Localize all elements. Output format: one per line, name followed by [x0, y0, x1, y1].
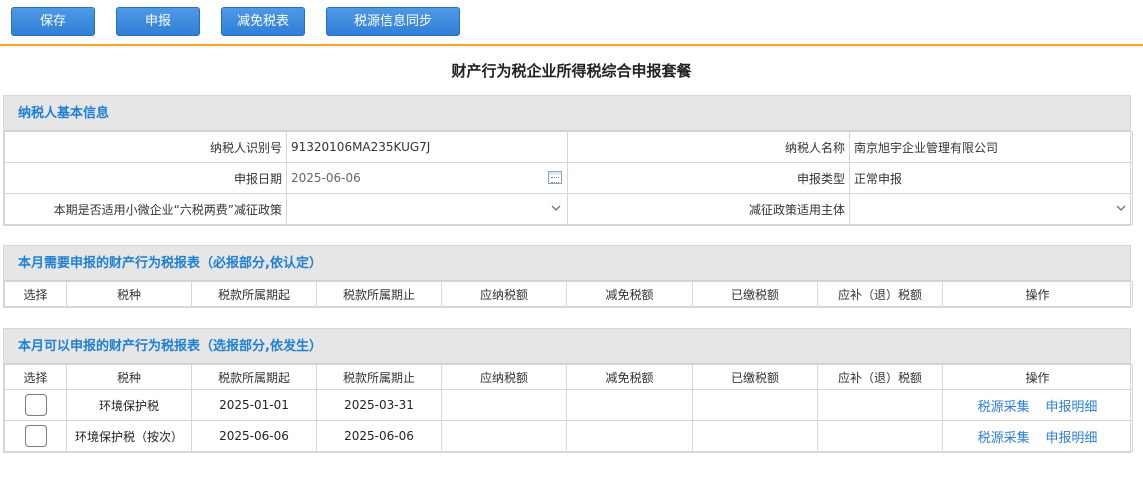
col-due: 应补（退）税额: [817, 281, 943, 307]
declare-type-label: 申报类型: [567, 162, 850, 194]
col-payable: 应纳税额: [441, 281, 567, 307]
chevron-down-icon: [551, 205, 561, 211]
paid-cell: [692, 389, 818, 421]
period-start-cell: 2025-06-06: [191, 420, 317, 452]
col-period-start: 税款所属期起: [191, 364, 317, 390]
paid-cell: [692, 420, 818, 452]
chevron-down-icon: [1116, 205, 1126, 211]
due-cell: [817, 389, 943, 421]
reduced-cell: [566, 420, 693, 452]
basic-info-table: 纳税人识别号 91320106MA235KUG7J 纳税人名称 南京旭宇企业管理…: [4, 131, 1133, 225]
basic-info-section: 纳税人基本信息 纳税人识别号 91320106MA235KUG7J 纳税人名称 …: [3, 95, 1133, 226]
col-reduced: 减免税额: [566, 364, 693, 390]
tax-source-collect-link[interactable]: 税源采集: [978, 431, 1030, 446]
optional-section: 本月可以申报的财产行为税报表（选报部分,依发生） 选择 税种 税款所属期起 税款…: [3, 328, 1133, 453]
basic-info-heading: 纳税人基本信息: [4, 96, 1130, 131]
declare-button[interactable]: 申报: [116, 7, 200, 36]
taxpayer-name-label: 纳税人名称: [567, 131, 850, 163]
taxpayer-name-value: 南京旭宇企业管理有限公司: [849, 131, 1133, 163]
tax-type-cell: 环境保护税（按次）: [66, 420, 192, 452]
col-select: 选择: [4, 364, 67, 390]
col-period-end: 税款所属期止: [316, 281, 442, 307]
col-reduced: 减免税额: [566, 281, 693, 307]
tax-id-label: 纳税人识别号: [4, 131, 287, 163]
small-micro-policy-label: 本期是否适用小微企业“六税两费”减征政策: [4, 193, 287, 225]
col-paid: 已缴税额: [692, 281, 818, 307]
due-cell: [817, 420, 943, 452]
col-tax-type: 税种: [66, 281, 192, 307]
declare-date-field[interactable]: 2025-06-06: [286, 162, 568, 194]
declare-detail-link[interactable]: 申报明细: [1045, 431, 1097, 446]
required-section: 本月需要申报的财产行为税报表（必报部分,依认定） 选择 税种 税款所属期起 税款…: [3, 245, 1133, 308]
declare-type-value: 正常申报: [849, 162, 1133, 194]
tax-type-cell: 环境保护税: [66, 389, 192, 421]
operation-cell: 税源采集 申报明细: [942, 389, 1133, 421]
col-operation: 操作: [942, 281, 1133, 307]
table-row: 环境保护税（按次） 2025-06-06 2025-06-06 税源采集 申报明…: [4, 420, 1133, 452]
period-start-cell: 2025-01-01: [191, 389, 317, 421]
optional-section-heading: 本月可以申报的财产行为税报表（选报部分,依发生）: [4, 329, 1130, 364]
declare-date-value: 2025-06-06: [291, 171, 361, 185]
col-due: 应补（退）税额: [817, 364, 943, 390]
operation-cell: 税源采集 申报明细: [942, 420, 1133, 452]
col-period-end: 税款所属期止: [316, 364, 442, 390]
sync-tax-source-button[interactable]: 税源信息同步: [326, 7, 460, 36]
main-page: 财产行为税企业所得税综合申报套餐 纳税人基本信息 纳税人识别号 91320106…: [0, 48, 1143, 481]
row-checkbox[interactable]: [24, 394, 47, 416]
table-row: 环境保护税 2025-01-01 2025-03-31 税源采集 申报明细: [4, 389, 1133, 421]
toolbar: 保存 申报 减免税表 税源信息同步: [0, 0, 1143, 46]
col-paid: 已缴税额: [692, 364, 818, 390]
reduced-cell: [566, 389, 693, 421]
row-checkbox[interactable]: [24, 425, 47, 447]
row-select-cell: [4, 389, 67, 421]
col-period-start: 税款所属期起: [191, 281, 317, 307]
declare-detail-link[interactable]: 申报明细: [1045, 400, 1097, 415]
period-end-cell: 2025-06-06: [316, 420, 442, 452]
tax-source-collect-link[interactable]: 税源采集: [978, 400, 1030, 415]
payable-cell: [441, 389, 567, 421]
declare-date-label: 申报日期: [4, 162, 287, 194]
col-payable: 应纳税额: [441, 364, 567, 390]
period-end-cell: 2025-03-31: [316, 389, 442, 421]
reduction-subject-select[interactable]: [849, 193, 1133, 225]
save-button[interactable]: 保存: [11, 7, 95, 36]
col-select: 选择: [4, 281, 67, 307]
small-micro-policy-select[interactable]: [286, 193, 568, 225]
exemption-table-button[interactable]: 减免税表: [221, 7, 305, 36]
optional-table: 选择 税种 税款所属期起 税款所属期止 应纳税额 减免税额 已缴税额 应补（退）…: [4, 364, 1133, 452]
required-section-heading: 本月需要申报的财产行为税报表（必报部分,依认定）: [4, 246, 1130, 281]
reduction-subject-label: 减征政策适用主体: [567, 193, 850, 225]
page-title: 财产行为税企业所得税综合申报套餐: [451, 62, 692, 80]
col-operation: 操作: [942, 364, 1133, 390]
calendar-icon[interactable]: [548, 171, 562, 184]
payable-cell: [441, 420, 567, 452]
optional-table-header: 选择 税种 税款所属期起 税款所属期止 应纳税额 减免税额 已缴税额 应补（退）…: [4, 364, 1133, 390]
tax-id-value: 91320106MA235KUG7J: [286, 131, 568, 163]
row-select-cell: [4, 420, 67, 452]
required-table-header: 选择 税种 税款所属期起 税款所属期止 应纳税额 减免税额 已缴税额 应补（退）…: [4, 281, 1133, 307]
col-tax-type: 税种: [66, 364, 192, 390]
required-table: 选择 税种 税款所属期起 税款所属期止 应纳税额 减免税额 已缴税额 应补（退）…: [4, 281, 1133, 307]
